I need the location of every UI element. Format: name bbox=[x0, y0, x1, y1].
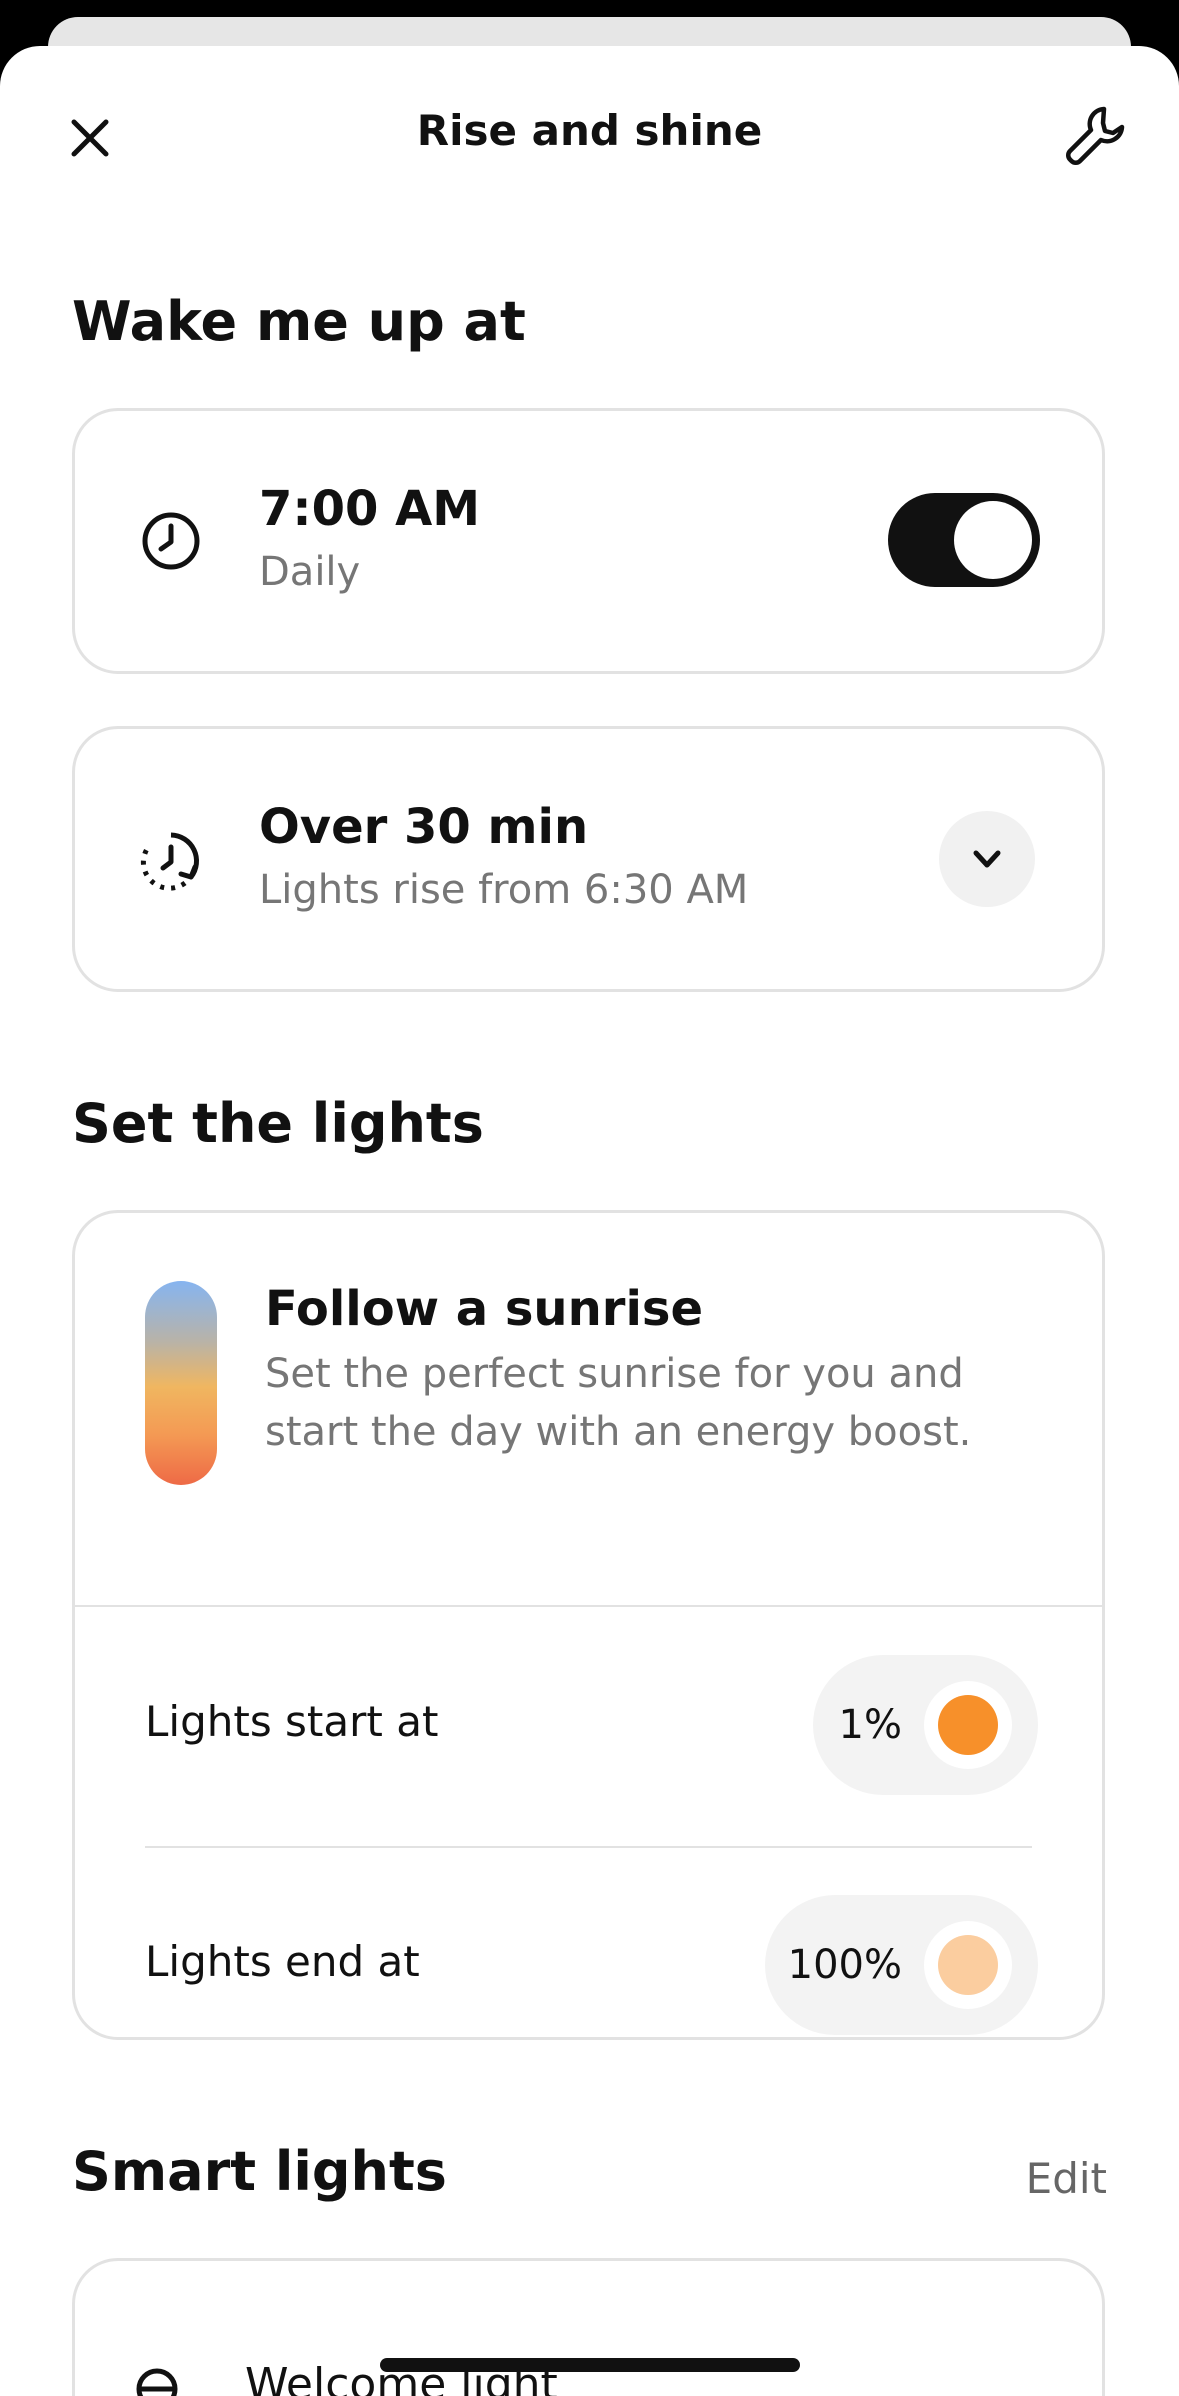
sunrise-title: Follow a sunrise bbox=[265, 1281, 704, 1337]
alarm-toggle[interactable] bbox=[888, 493, 1040, 587]
wrench-icon bbox=[1066, 106, 1125, 165]
edit-button[interactable]: Edit bbox=[1026, 2154, 1107, 2203]
section-title-wake: Wake me up at bbox=[72, 290, 526, 353]
section-title-smart-lights: Smart lights bbox=[72, 2140, 447, 2203]
expand-duration-button[interactable] bbox=[939, 811, 1035, 907]
sunrise-card: Follow a sunrise Set the perfect sunrise… bbox=[72, 1210, 1105, 2040]
duration-subtitle: Lights rise from 6:30 AM bbox=[259, 867, 749, 913]
lights-start-control[interactable]: 1% bbox=[813, 1655, 1038, 1795]
routine-sheet: Rise and shine Wake me up at 7:00 AM Dai… bbox=[0, 46, 1179, 2396]
alarm-card[interactable]: 7:00 AM Daily bbox=[72, 408, 1105, 674]
divider bbox=[75, 1605, 1102, 1607]
lights-end-color-dot bbox=[938, 1935, 998, 1995]
chevron-down-icon bbox=[973, 850, 1001, 868]
divider bbox=[145, 1846, 1032, 1848]
lights-end-value: 100% bbox=[787, 1942, 902, 1988]
bulb-icon bbox=[129, 2361, 185, 2396]
color-swatch bbox=[924, 1921, 1012, 2009]
lights-start-color-dot bbox=[938, 1695, 998, 1755]
page-title: Rise and shine bbox=[416, 106, 763, 155]
toggle-knob bbox=[954, 501, 1032, 579]
sunrise-description: Set the perfect sunrise for you and star… bbox=[265, 1345, 971, 1461]
alarm-repeat: Daily bbox=[259, 549, 361, 595]
sunrise-description-line1: Set the perfect sunrise for you and bbox=[265, 1351, 964, 1397]
lights-start-label: Lights start at bbox=[145, 1697, 439, 1746]
clock-icon bbox=[139, 509, 203, 573]
color-swatch bbox=[924, 1681, 1012, 1769]
lights-end-control[interactable]: 100% bbox=[765, 1895, 1038, 2035]
alarm-time: 7:00 AM bbox=[259, 481, 481, 537]
lights-end-label: Lights end at bbox=[145, 1937, 420, 1986]
section-title-lights: Set the lights bbox=[72, 1092, 484, 1155]
home-indicator[interactable] bbox=[380, 2358, 800, 2372]
lights-start-value: 1% bbox=[838, 1702, 902, 1748]
sunrise-gradient-icon bbox=[145, 1281, 217, 1485]
smart-light-item[interactable]: Welcome light bbox=[72, 2258, 1105, 2396]
duration-title: Over 30 min bbox=[259, 799, 589, 855]
settings-button[interactable] bbox=[1055, 96, 1135, 176]
timer-icon bbox=[139, 829, 203, 893]
duration-card[interactable]: Over 30 min Lights rise from 6:30 AM bbox=[72, 726, 1105, 992]
sunrise-description-line2: start the day with an energy boost. bbox=[265, 1409, 972, 1455]
